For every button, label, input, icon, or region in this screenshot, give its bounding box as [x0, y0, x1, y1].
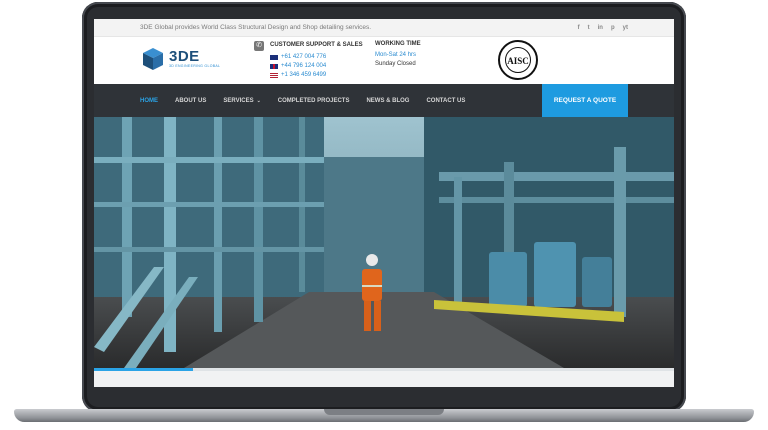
request-quote-button[interactable]: REQUEST A QUOTE	[542, 84, 628, 117]
site-logo[interactable]: 3DE 3D ENGINEERING GLOBAL	[142, 47, 220, 71]
cube-logo-icon	[143, 48, 163, 70]
support-title: CUSTOMER SUPPORT & SALES	[270, 42, 363, 48]
top-bar: 3DE Global provides World Class Structur…	[94, 19, 674, 37]
phone-au[interactable]: +61 427 004 776	[270, 54, 326, 60]
chevron-down-icon: ⌄	[256, 97, 261, 104]
logo-text: 3DE	[169, 48, 200, 65]
nav-news-blog[interactable]: NEWS & BLOG	[366, 98, 409, 104]
nav-services[interactable]: SERVICES ⌄	[223, 98, 260, 104]
social-links: f t in p yt	[578, 25, 628, 31]
site-header: 3DE 3D ENGINEERING GLOBAL ✆ CUSTOMER SUP…	[94, 37, 674, 84]
hours-title: WORKING TIME	[375, 41, 421, 47]
nav-home[interactable]: HOME	[140, 98, 158, 104]
phone-icon: ✆	[254, 41, 264, 51]
main-nav: HOME ABOUT US SERVICES ⌄ COMPLETED PROJEC…	[94, 84, 674, 117]
uk-flag-icon	[270, 63, 278, 69]
phone-uk[interactable]: +44 796 124 004	[270, 63, 326, 69]
nav-about[interactable]: ABOUT US	[175, 98, 206, 104]
screen: 3DE Global provides World Class Structur…	[94, 19, 674, 387]
seal-text: AISC	[505, 47, 531, 73]
laptop-notch	[324, 409, 444, 415]
us-flag-icon	[270, 72, 278, 78]
industrial-plant-photo	[94, 117, 674, 368]
aisc-seal: AISC	[498, 40, 538, 80]
tagline: 3DE Global provides World Class Structur…	[140, 24, 372, 31]
logo-subtext: 3D ENGINEERING GLOBAL	[169, 64, 221, 68]
nav-contact[interactable]: CONTACT US	[426, 98, 465, 104]
working-hours: WORKING TIME Mon-Sat 24 hrs Sunday Close…	[375, 41, 421, 67]
twitter-icon[interactable]: t	[588, 25, 590, 31]
below-fold-area	[94, 371, 674, 387]
youtube-icon[interactable]: yt	[623, 25, 628, 31]
australia-flag-icon	[270, 54, 278, 60]
hero-slider-image	[94, 117, 674, 368]
nav-completed-projects[interactable]: COMPLETED PROJECTS	[278, 98, 350, 104]
hours-days: Mon-Sat 24 hrs	[375, 52, 417, 58]
facebook-icon[interactable]: f	[578, 25, 580, 31]
phone-us[interactable]: +1 346 459 6499	[270, 72, 326, 78]
pinterest-icon[interactable]: p	[611, 25, 615, 31]
linkedin-icon[interactable]: in	[598, 25, 603, 31]
hours-closed: Sunday Closed	[375, 61, 416, 67]
